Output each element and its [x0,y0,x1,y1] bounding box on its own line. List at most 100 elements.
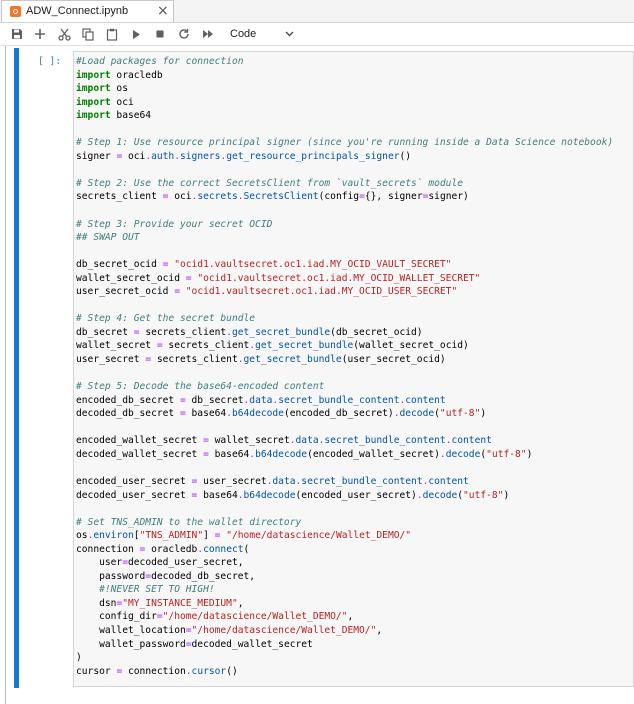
code-token: encoded_db_secret [76,394,180,406]
code-content[interactable]: #Load packages for connection import orac… [76,55,632,678]
code-token: SecretsClient [243,191,319,203]
code-token: ) [76,652,82,664]
code-line[interactable] [76,163,632,177]
code-line[interactable] [76,245,632,259]
tab-title[interactable]: ADW_Connect.ipynb [26,5,128,17]
code-line[interactable]: password=decoded_db_secret, [76,570,632,584]
code-token: base64 [110,110,152,122]
code-line[interactable]: encoded_user_secret = user_secret.data.s… [76,475,632,489]
tab-bar: ADW_Connect.ipynb × [0,0,634,23]
code-line[interactable]: wallet_location="/home/datascience/Walle… [76,624,632,638]
code-line[interactable]: #Load packages for connection [76,55,632,69]
code-line[interactable]: cursor = connection.cursor() [76,665,632,679]
code-token: # Set TNS_ADMIN to the wallet directory [76,516,302,528]
save-button[interactable] [8,25,26,43]
code-token: connection [76,543,140,555]
code-line[interactable]: decoded_user_secret = base64.b64decode(e… [76,489,632,503]
paste-button[interactable] [103,25,121,43]
code-line[interactable] [76,299,632,313]
code-line[interactable]: ## SWAP OUT [76,231,632,245]
code-line[interactable]: import os [76,82,632,96]
code-line[interactable]: # Step 5: Decode the base64-encoded cont… [76,380,632,394]
code-line[interactable] [76,204,632,218]
code-line[interactable]: import base64 [76,109,632,123]
notebook-tab[interactable]: ADW_Connect.ipynb × [1,0,174,22]
code-token: user_secret_ocid [76,286,175,298]
code-token: dsn [76,597,117,609]
restart-button[interactable] [175,25,193,43]
code-line[interactable]: # Step 1: Use resource principal signer … [76,136,632,150]
code-token: connect [203,543,244,555]
run-button[interactable] [127,25,145,43]
code-line[interactable]: user_secret = secrets_client.get_secret_… [76,353,632,367]
code-line[interactable]: encoded_db_secret = db_secret.data.secre… [76,394,632,408]
insert-cell-button[interactable] [31,25,49,43]
cell-collapser[interactable] [14,48,19,688]
code-line[interactable]: # Set TNS_ADMIN to the wallet directory [76,516,632,530]
code-line[interactable]: signer = oci.auth.signers.get_resource_p… [76,150,632,164]
code-line[interactable]: db_secret_ocid = "ocid1.vaultsecret.oc1.… [76,258,632,272]
code-line[interactable]: connection = oracledb.connect( [76,543,632,557]
code-token: user [76,557,123,569]
code-token: data [249,394,273,406]
run-icon [133,29,140,39]
code-token: secrets_client [139,326,227,338]
code-line[interactable]: decoded_wallet_secret = base64.b64decode… [76,448,632,462]
code-token: decode [422,489,458,501]
code-token: "/home/datascience/Wallet_DEMO/" [162,611,348,623]
code-line[interactable]: # Step 2: Use the correct SecretsClient … [76,177,632,191]
code-token: secrets [197,191,238,203]
code-token: auth [151,150,175,162]
code-token: cursor [191,665,227,677]
code-token: (encoded_db_secret) [283,408,394,420]
code-line[interactable]: os.environ["TNS_ADMIN"] = "/home/datasci… [76,529,632,543]
code-token: secret_bundle_content [301,475,423,487]
notebook-left-border [5,46,6,704]
code-token: (config [318,191,360,203]
stop-button[interactable] [151,25,169,43]
code-token: , [376,624,383,636]
code-line[interactable] [76,367,632,381]
code-line[interactable]: user=decoded_user_secret, [76,556,632,570]
code-token: (user_secret_ocid) [341,354,446,366]
code-line[interactable] [76,421,632,435]
code-token: import [76,110,111,122]
code-line[interactable]: dsn="MY_INSTANCE_MEDIUM", [76,597,632,611]
code-token: b64decode [255,448,308,460]
code-line[interactable] [76,502,632,516]
code-line[interactable]: wallet_secret_ocid = "ocid1.vaultsecret.… [76,272,632,286]
code-line[interactable]: import oci [76,96,632,110]
code-line[interactable]: encoded_wallet_secret = wallet_secret.da… [76,434,632,448]
code-line[interactable]: secrets_client = oci.secrets.SecretsClie… [76,190,632,204]
code-line[interactable]: decoded_db_secret = base64.b64decode(enc… [76,407,632,421]
fast-forward-icon [203,30,213,38]
chevron-down-icon[interactable] [282,25,296,43]
code-line[interactable]: wallet_password=decoded_wallet_secret [76,638,632,652]
copy-button[interactable] [79,25,97,43]
code-line[interactable] [76,461,632,475]
code-line[interactable]: db_secret = secrets_client.get_secret_bu… [76,326,632,340]
code-line[interactable]: wallet_secret = secrets_client.get_secre… [76,339,632,353]
code-line[interactable]: user_secret_ocid = "ocid1.vaultsecret.oc… [76,285,632,299]
code-line[interactable]: # Step 3: Provide your secret OCID [76,218,632,232]
paste-icon [106,28,118,41]
cell-prompt: [ ]: [38,56,62,67]
code-line[interactable]: # Step 4: Get the secret bundle [76,312,632,326]
code-token: decoded_db_secret [76,408,180,420]
close-icon[interactable]: × [157,3,169,19]
code-token: decoded_user_secret [76,489,192,501]
code-line[interactable]: #!NEVER SET TO HIGH! [76,583,632,597]
cut-button[interactable] [55,25,73,43]
code-line[interactable]: ) [76,651,632,665]
code-token: {}, signer [364,191,423,203]
code-line[interactable] [76,123,632,137]
code-line[interactable]: config_dir="/home/datascience/Wallet_DEM… [76,610,632,624]
code-token: db_secret [185,394,244,406]
code-line[interactable]: import oracledb [76,69,632,83]
code-token: (encoded_user_secret) [295,489,417,501]
run-all-button[interactable] [199,25,217,43]
code-token: get_secret_bundle [243,354,342,366]
code-token: ) [503,489,510,501]
code-token: get_secret_bundle [255,340,354,352]
code-token: # Step 2: Use the correct SecretsClient … [76,177,463,189]
